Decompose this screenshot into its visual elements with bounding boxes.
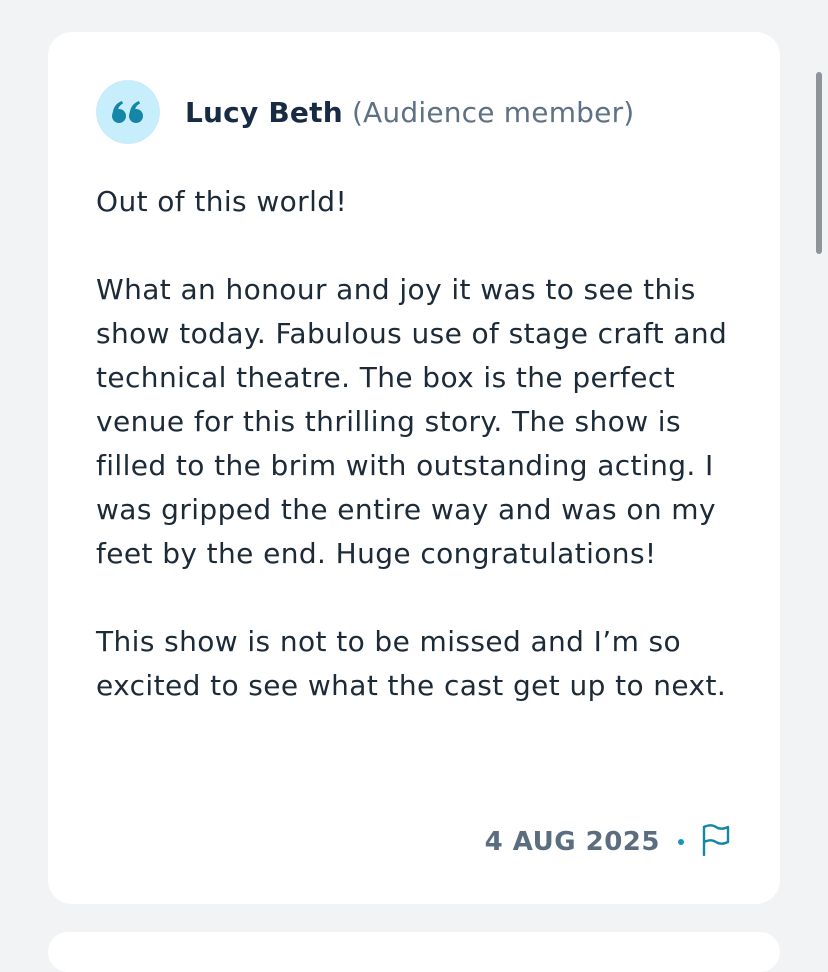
review-paragraph: What an honour and joy it was to see thi… [96, 273, 728, 570]
flag-icon [701, 824, 731, 860]
review-header: Lucy Beth (Audience member) [96, 80, 634, 144]
review-date: 4 AUG 2025 [484, 827, 660, 857]
review-paragraph: Out of this world! [96, 185, 348, 218]
review-author: Lucy Beth (Audience member) [185, 96, 634, 129]
review-paragraph: This show is not to be missed and I’m so… [96, 625, 727, 702]
next-review-card [48, 932, 780, 972]
quote-badge [96, 80, 160, 144]
report-flag-button[interactable] [700, 824, 732, 860]
review-body: Out of this world! What an honour and jo… [96, 180, 736, 708]
quote-icon [111, 100, 145, 124]
scrollbar-thumb[interactable] [816, 72, 822, 254]
author-role: (Audience member) [351, 95, 635, 129]
separator-dot [678, 839, 684, 845]
review-footer: 4 AUG 2025 [485, 822, 732, 862]
review-card: Lucy Beth (Audience member) Out of this … [48, 32, 780, 904]
author-name: Lucy Beth [185, 95, 343, 129]
